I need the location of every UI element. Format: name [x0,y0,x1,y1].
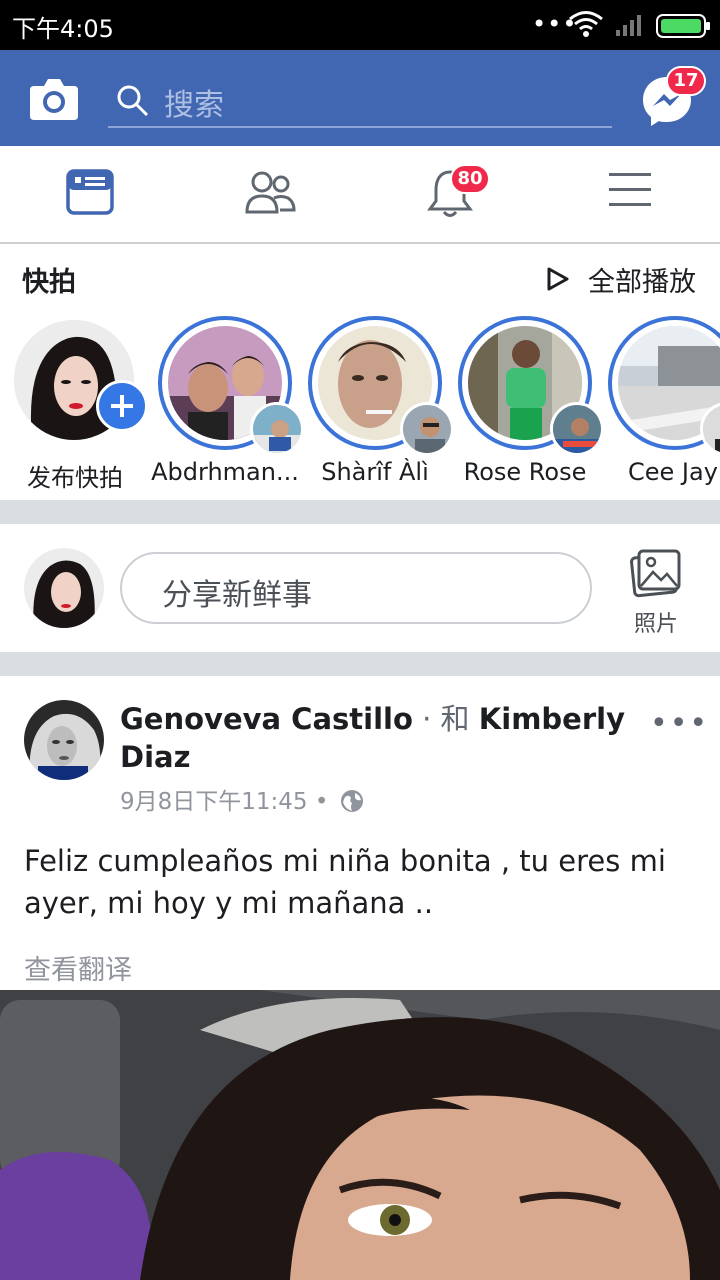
story-label: Cee Jay [628,458,718,486]
story-ring [308,316,454,456]
battery-icon [656,14,710,38]
globe-icon [340,790,363,812]
news-feed-icon [66,169,114,215]
story-label: 发布快拍 [27,464,123,492]
whats-on-your-mind-input[interactable]: 分享新鲜事 [120,552,592,624]
search-placeholder: 搜索 [164,88,224,123]
notifications-badge: 80 [450,164,490,194]
section-divider [0,652,720,676]
messenger-badge: 17 [666,66,706,96]
wifi-icon [569,11,603,37]
post-timestamp[interactable]: 9月8日下午11:45 • [120,789,336,815]
search-bar[interactable]: 搜索 [108,72,612,128]
status-bar: 下午4:05 ••• [0,0,720,50]
section-divider [0,500,720,524]
story-ring [158,316,304,456]
plus-icon [111,395,133,417]
story-ring [608,316,720,456]
stories-section: 快拍 全部播放 发布快拍 Abdrhman... Shàrîf Àlì Rose… [0,244,720,500]
play-all-label: 全部播放 [588,267,696,298]
stories-title: 快拍 [22,267,76,298]
story-label: Abdrhman... [151,458,299,486]
photo-button[interactable]: 照片 [626,548,686,638]
tab-notifications[interactable] [360,146,540,242]
camera-icon[interactable] [28,76,80,122]
search-icon [117,85,149,117]
play-icon [547,267,569,291]
post-header: Genoveva Castillo · 和 Kimberly Diaz [120,700,640,776]
status-time: 下午4:05 [12,15,114,43]
photo-label: 照片 [633,612,678,637]
composer-avatar[interactable] [24,548,104,628]
add-story-button[interactable] [96,380,148,432]
play-all-button[interactable]: 全部播放 [546,260,696,299]
story-ring [458,316,604,456]
story-owner-avatar [250,402,304,456]
photo-icon [630,549,681,598]
post-photo[interactable] [0,990,720,1280]
story-item[interactable]: Cee Jay [600,316,720,496]
top-bar: 搜索 [0,50,720,146]
post-connector: · 和 [412,702,479,736]
story-label: Shàrîf Àlì [321,458,429,486]
composer-placeholder: 分享新鲜事 [162,578,312,613]
post-author-avatar[interactable] [24,700,104,780]
story-owner-avatar [400,402,454,456]
story-label: Rose Rose [463,458,587,486]
tab-friends[interactable] [180,146,360,242]
post-more-button[interactable]: ••• [650,706,709,741]
post-meta: 9月8日下午11:45 • [120,782,364,816]
story-item[interactable]: Abdrhman... [150,316,304,496]
see-translation-link[interactable]: 查看翻译 [24,948,132,987]
friends-icon [245,171,296,214]
story-item[interactable]: Shàrîf Àlì [300,316,454,496]
feed-post: Genoveva Castillo · 和 Kimberly Diaz ••• … [0,676,720,1280]
story-item[interactable]: Rose Rose [450,316,604,496]
composer: 分享新鲜事 照片 [0,524,720,652]
tab-bar [0,146,720,244]
post-text: Feliz cumpleaños mi niña bonita , tu ere… [24,844,666,920]
story-owner-avatar [550,402,604,456]
post-author-name[interactable]: Genoveva Castillo [120,702,413,736]
tab-menu[interactable] [540,146,720,242]
tab-news-feed[interactable] [0,146,180,242]
signal-icon [616,15,641,36]
menu-icon [609,173,651,206]
story-create[interactable]: 发布快拍 [0,316,150,496]
